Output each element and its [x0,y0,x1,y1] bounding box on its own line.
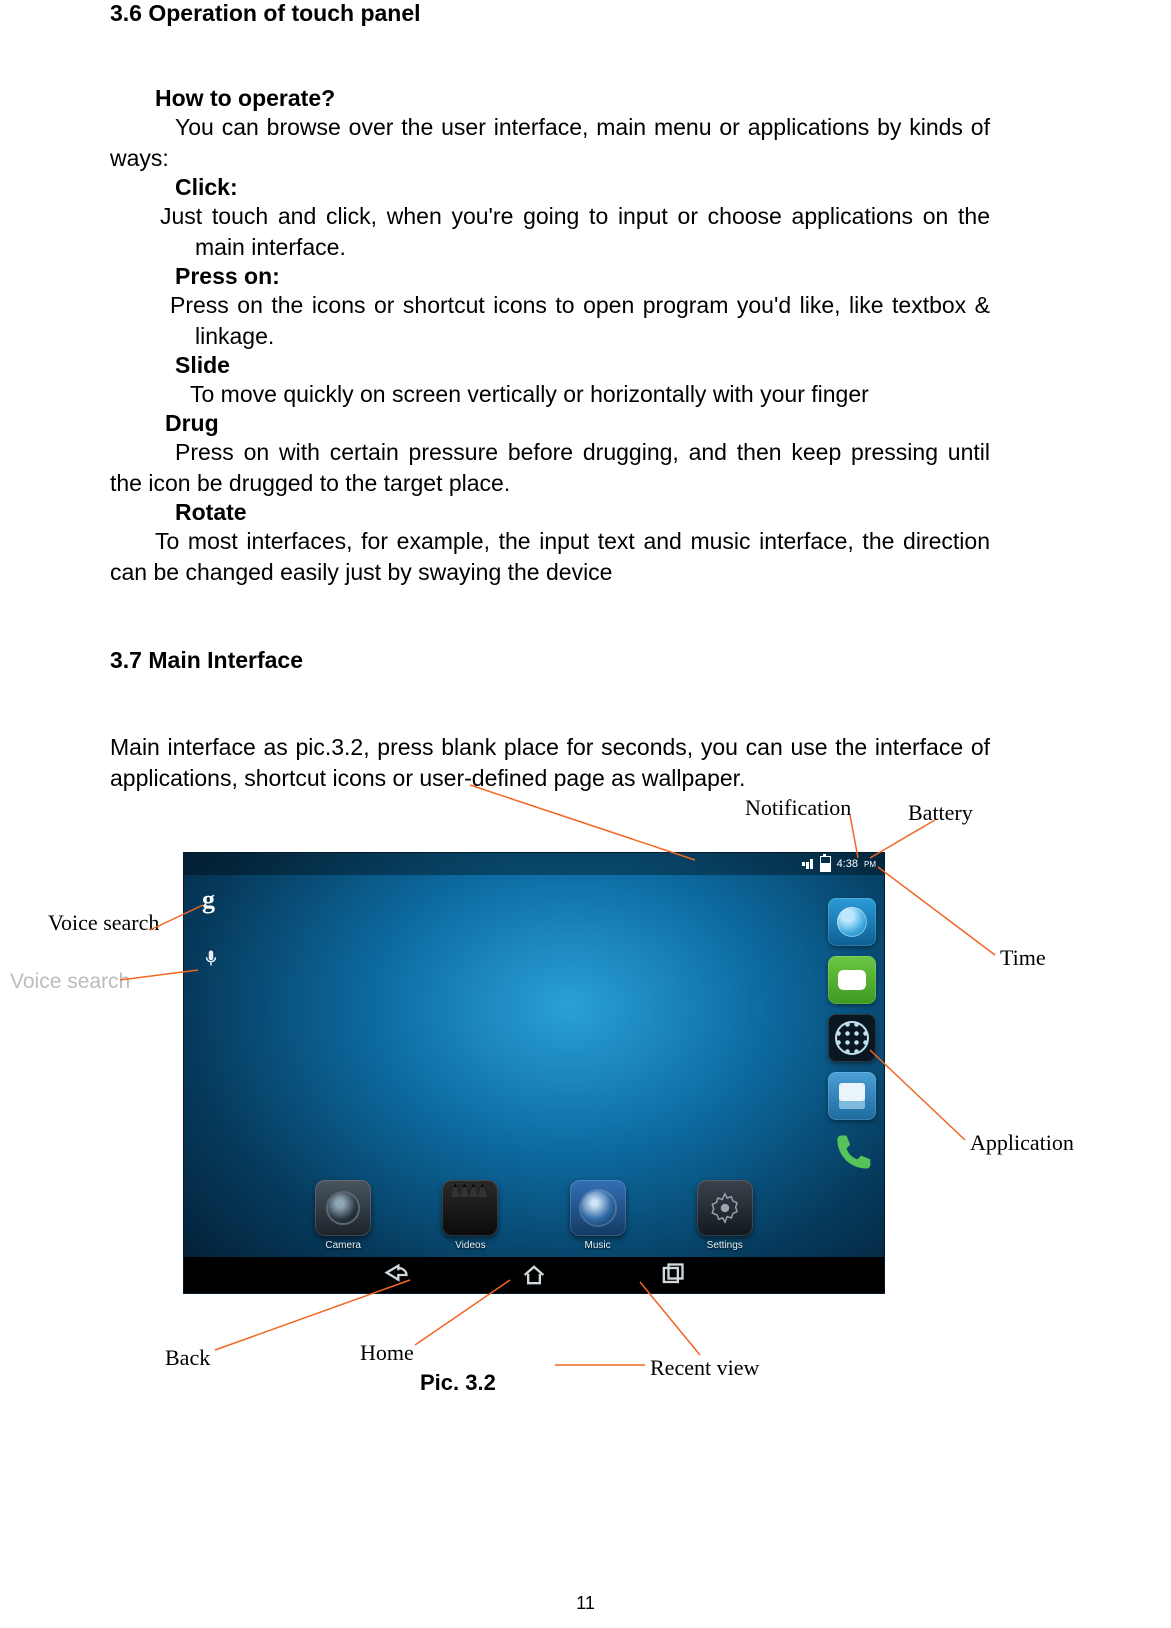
press-on-heading: Press on: [110,263,990,290]
home-label: Home [360,1340,414,1366]
music-label: Music [585,1240,611,1251]
videos-app[interactable]: Videos [442,1180,498,1251]
browser-icon[interactable] [828,898,876,946]
notification-label: Notification [745,795,851,821]
page-content: 3.6 Operation of touch panel How to oper… [110,0,990,794]
status-time: 4:38 [837,858,858,870]
status-ampm: PM [864,860,876,869]
page-number: 11 [0,1593,1171,1614]
back-label: Back [165,1345,210,1371]
nav-bar [184,1257,884,1293]
click-body: Just touch and click, when you're going … [110,201,990,263]
settings-app[interactable]: Settings [697,1180,753,1251]
videos-icon [442,1180,498,1236]
tablet-screenshot: 4:38 PM g Camera Videos Music [183,852,885,1294]
voice-search-label-gray: Voice search [10,970,130,994]
section-3-7-heading: 3.7 Main Interface [110,647,990,674]
time-label: Time [1000,945,1046,971]
press-on-body: Press on the icons or shortcut icons to … [110,290,990,352]
camera-label: Camera [325,1240,361,1251]
application-label: Application [970,1130,1074,1156]
settings-icon [697,1180,753,1236]
camera-app[interactable]: Camera [315,1180,371,1251]
bottom-dock: Camera Videos Music Settings [184,1180,884,1251]
battery-label: Battery [908,800,973,826]
slide-body: To move quickly on screen vertically or … [110,379,990,410]
intro-paragraph: You can browse over the user interface, … [110,112,990,174]
voice-search-label-bold: Voice search [48,910,159,936]
apps-drawer-icon[interactable] [828,1014,876,1062]
figure-caption: Pic. 3.2 [420,1370,496,1396]
messaging-icon[interactable] [828,956,876,1004]
drug-heading: Drug [110,410,990,437]
right-dock [828,898,876,1174]
videos-label: Videos [455,1240,485,1251]
signal-icon [802,859,814,869]
voice-search-icon[interactable] [202,945,220,971]
back-button[interactable] [382,1261,410,1289]
rotate-heading: Rotate [110,499,990,526]
click-heading: Click: [110,174,990,201]
recent-button[interactable] [658,1261,686,1289]
section-3-7-intro: Main interface as pic.3.2, press blank p… [110,732,990,794]
slide-heading: Slide [110,352,990,379]
left-search-bar: g [202,885,220,971]
contacts-icon[interactable] [828,1072,876,1120]
battery-icon [820,856,831,872]
settings-label: Settings [707,1240,743,1251]
section-3-6-heading: 3.6 Operation of touch panel [110,0,990,27]
recent-view-label: Recent view [650,1355,759,1381]
drug-body: Press on with certain pressure before dr… [110,437,990,499]
google-search-icon[interactable]: g [202,885,220,915]
music-icon [570,1180,626,1236]
rotate-body: To most interfaces, for example, the inp… [110,526,990,588]
how-to-operate-heading: How to operate? [110,85,990,112]
home-button[interactable] [520,1261,548,1289]
camera-icon [315,1180,371,1236]
phone-icon[interactable] [830,1130,874,1174]
status-bar: 4:38 PM [183,853,884,875]
music-app[interactable]: Music [570,1180,626,1251]
